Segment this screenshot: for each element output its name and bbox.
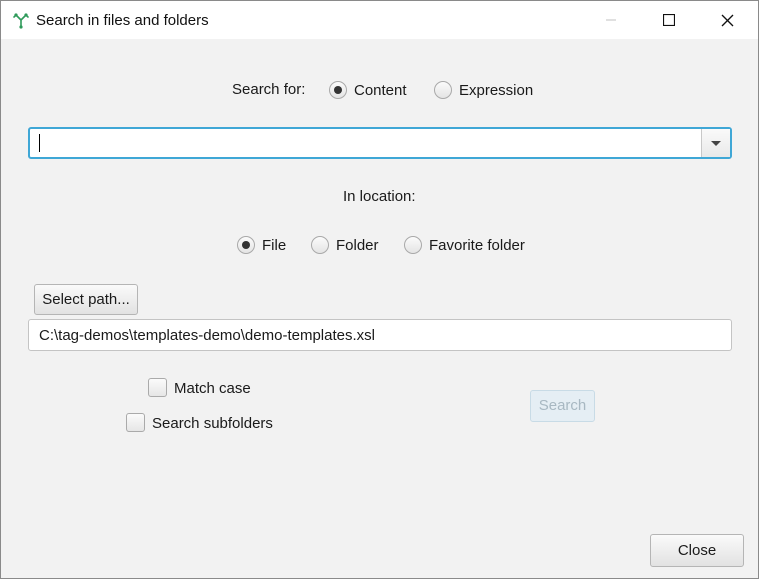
- content-radio-label[interactable]: Content: [354, 82, 407, 99]
- dropdown-button[interactable]: [701, 129, 730, 157]
- radio-selected-dot: [334, 86, 342, 94]
- search-query-combobox[interactable]: [28, 127, 732, 159]
- maximize-icon: [663, 14, 675, 26]
- expression-radio-label[interactable]: Expression: [459, 82, 533, 99]
- close-button[interactable]: Close: [650, 534, 744, 567]
- title-bar[interactable]: Search in files and folders: [1, 1, 758, 39]
- match-case-checkbox[interactable]: [148, 378, 167, 397]
- search-for-label: Search for:: [232, 81, 306, 98]
- file-radio[interactable]: [237, 236, 255, 254]
- expression-radio[interactable]: [434, 81, 452, 99]
- favorite-folder-radio[interactable]: [404, 236, 422, 254]
- path-field[interactable]: C:\tag-demos\templates-demo\demo-templat…: [28, 319, 732, 351]
- close-icon: [721, 14, 733, 26]
- chevron-down-icon: [711, 141, 721, 146]
- search-subfolders-label[interactable]: Search subfolders: [152, 415, 273, 432]
- close-window-button[interactable]: [698, 1, 756, 39]
- folder-radio-label[interactable]: Folder: [336, 237, 379, 254]
- search-button[interactable]: Search: [530, 390, 595, 422]
- folder-radio[interactable]: [311, 236, 329, 254]
- window-title: Search in files and folders: [36, 12, 209, 29]
- file-radio-label[interactable]: File: [262, 237, 286, 254]
- minimize-icon: [606, 19, 616, 21]
- tag-tree-icon: [13, 13, 29, 29]
- content-radio[interactable]: [329, 81, 347, 99]
- maximize-button[interactable]: [640, 1, 698, 39]
- match-case-label[interactable]: Match case: [174, 380, 251, 397]
- search-dialog-window: Search in files and folders Search for: …: [0, 0, 759, 579]
- select-path-button[interactable]: Select path...: [34, 284, 138, 315]
- text-caret: [39, 134, 40, 152]
- minimize-button[interactable]: [582, 1, 640, 39]
- favorite-folder-radio-label[interactable]: Favorite folder: [429, 237, 525, 254]
- search-subfolders-checkbox[interactable]: [126, 413, 145, 432]
- radio-selected-dot: [242, 241, 250, 249]
- in-location-label: In location:: [343, 188, 416, 205]
